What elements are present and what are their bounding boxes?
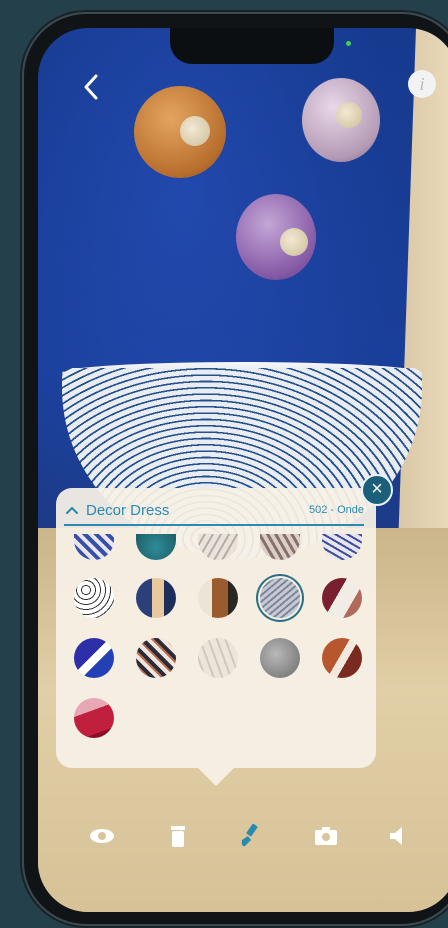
wall-knob-lilac [302, 78, 380, 162]
decor-panel: Decor Dress 502 - Onde [56, 488, 376, 786]
swatch-item[interactable] [136, 534, 176, 560]
swatch-item[interactable] [74, 578, 114, 618]
selection-code: 502 - Onde [308, 504, 364, 516]
swatch-item[interactable] [260, 638, 300, 678]
wall-knob-purple [236, 194, 316, 280]
info-icon: i [419, 74, 425, 94]
swatch-item[interactable] [322, 638, 362, 678]
trash-icon [171, 826, 185, 847]
camera-indicator [346, 41, 351, 46]
swatch-item[interactable] [260, 534, 300, 560]
ar-scene: i [38, 28, 448, 912]
swatch-item[interactable] [74, 638, 114, 678]
swatch-item[interactable] [198, 578, 238, 618]
wall-knob-orange [134, 86, 226, 178]
phone-notch [170, 28, 334, 64]
speaker-icon [390, 827, 402, 845]
swatch-item[interactable] [74, 534, 114, 560]
swatch-item-selected[interactable] [260, 578, 300, 618]
delete-button[interactable] [164, 822, 192, 850]
swatch-item[interactable] [136, 578, 176, 618]
close-icon: × [371, 478, 383, 500]
chevron-up-icon [66, 507, 78, 514]
eye-icon [90, 829, 114, 843]
info-button[interactable]: i [408, 70, 436, 98]
camera-button[interactable] [312, 822, 340, 850]
swatch-item[interactable] [322, 578, 362, 618]
eye-button[interactable] [88, 822, 116, 850]
beige-wall [398, 28, 448, 548]
chevron-left-icon [84, 74, 98, 100]
panel-header[interactable]: Decor Dress 502 - Onde [64, 500, 364, 526]
decor-button[interactable] [236, 822, 264, 850]
sound-button[interactable] [384, 822, 412, 850]
close-panel-button[interactable]: × [361, 474, 393, 506]
swatch-item[interactable] [198, 638, 238, 678]
paintbrush-icon [241, 823, 258, 847]
swatch-item[interactable] [74, 698, 114, 738]
swatch-item[interactable] [322, 534, 362, 560]
swatch-item[interactable] [198, 534, 238, 560]
camera-icon [315, 827, 337, 845]
panel-title: Decor Dress [86, 502, 170, 519]
swatch-item[interactable] [136, 638, 176, 678]
back-button[interactable] [78, 72, 104, 102]
